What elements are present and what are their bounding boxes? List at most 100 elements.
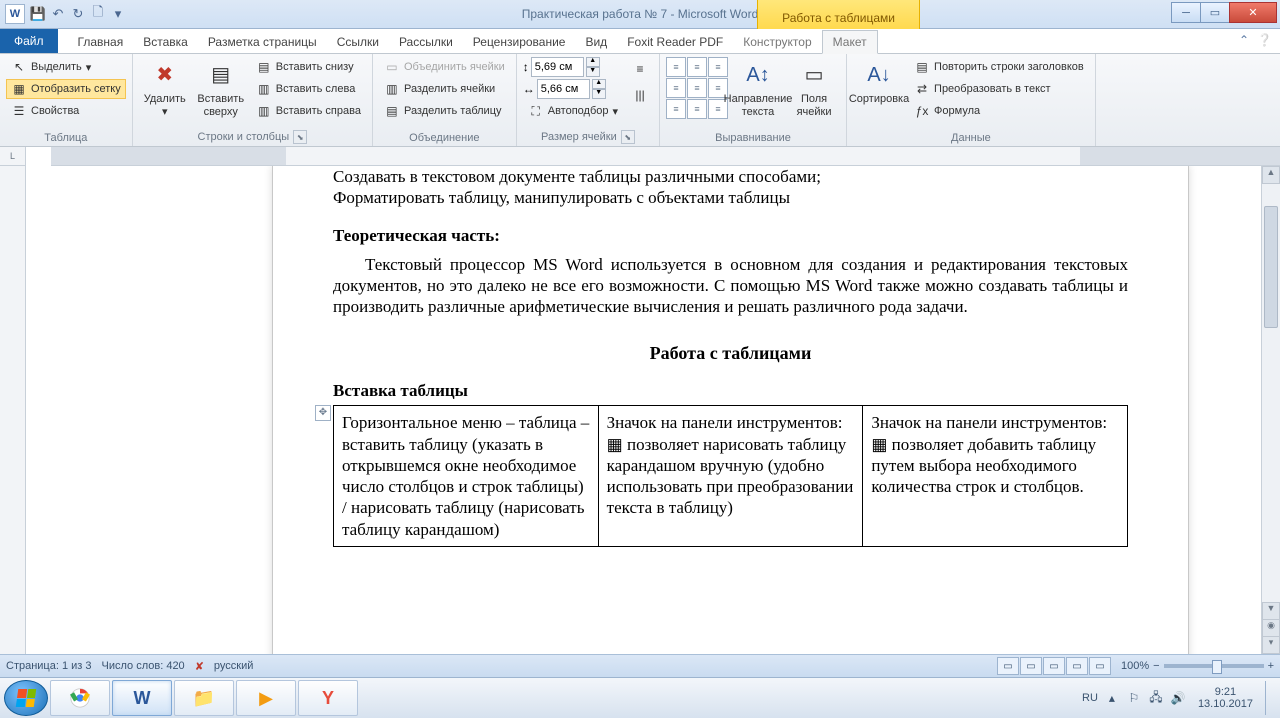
show-grid-button[interactable]: ▦Отобразить сетку [6,79,126,99]
spin-down-icon[interactable]: ▼ [586,67,600,77]
outline-icon[interactable]: ▭ [1066,657,1088,675]
spin-up-icon[interactable]: ▲ [586,57,600,67]
tab-home[interactable]: Главная [68,31,134,53]
reading-icon[interactable]: ▭ [1020,657,1042,675]
row-height-input[interactable]: ↕ ▲▼ [523,57,623,77]
table-cell[interactable]: Значок на панели инструментов: ▦ позволя… [598,406,863,547]
start-button[interactable] [4,680,48,716]
spin-up-icon[interactable]: ▲ [592,79,606,89]
word-count[interactable]: Число слов: 420 [102,660,185,672]
minimize-ribbon-icon[interactable]: ⌃ [1239,33,1249,47]
insert-below-button[interactable]: ▤Вставить снизу [251,57,366,77]
scroll-down-icon[interactable]: ▼ [1262,602,1280,620]
print-layout-icon[interactable]: ▭ [997,657,1019,675]
taskbar-explorer[interactable]: 📁 [174,680,234,716]
sort-button[interactable]: A↓ Сортировка [853,57,905,108]
spin-down-icon[interactable]: ▼ [592,89,606,99]
align-bc-icon[interactable]: ≡ [687,99,707,119]
split-table-button[interactable]: ▤Разделить таблицу [379,101,510,121]
next-page-icon[interactable]: ▾ [1262,636,1280,654]
zoom-control[interactable]: 100% − + [1121,660,1274,672]
align-mc-icon[interactable]: ≡ [687,78,707,98]
col-width-input[interactable]: ↔ ▲▼ [523,79,623,99]
formula-button[interactable]: ƒxФормула [909,101,1089,121]
show-desktop-button[interactable] [1265,681,1276,715]
zoom-slider[interactable] [1164,664,1264,668]
save-icon[interactable]: 💾 [30,6,46,22]
tray-lang[interactable]: RU [1082,692,1098,704]
convert-text-button[interactable]: ⇄Преобразовать в текст [909,79,1089,99]
proofing-icon[interactable]: ✘ [195,660,204,673]
merge-cells-button[interactable]: ▭Объединить ячейки [379,57,510,77]
tab-pagelayout[interactable]: Разметка страницы [198,31,327,53]
horizontal-ruler[interactable] [51,147,1280,166]
height-field[interactable] [531,57,584,77]
insert-left-button[interactable]: ▥Вставить слева [251,79,366,99]
alignment-grid[interactable]: ≡≡≡ ≡≡≡ ≡≡≡ [666,57,728,119]
text-direction-button[interactable]: A↕ Направление текста [732,57,784,120]
repeat-headers-button[interactable]: ▤Повторить строки заголовков [909,57,1089,77]
align-ml-icon[interactable]: ≡ [666,78,686,98]
tray-up-icon[interactable]: ▴ [1104,690,1120,706]
vertical-scrollbar[interactable]: ▲ ▼ ◉ ▾ [1261,166,1280,654]
taskbar-media[interactable]: ▶ [236,680,296,716]
properties-button[interactable]: ☰Свойства [6,101,126,121]
help-icon[interactable]: ❔ [1257,33,1272,47]
undo-icon[interactable]: ↶ [50,6,66,22]
web-layout-icon[interactable]: ▭ [1043,657,1065,675]
minimize-button[interactable]: ─ [1171,2,1201,23]
scroll-up-icon[interactable]: ▲ [1262,166,1280,184]
zoom-level[interactable]: 100% [1121,660,1149,672]
new-icon[interactable]: 🗋 [90,6,106,22]
tab-design[interactable]: Конструктор [733,31,821,53]
scroll-thumb[interactable] [1264,206,1278,328]
tab-foxit[interactable]: Foxit Reader PDF [617,31,733,53]
language-indicator[interactable]: русский [214,660,253,672]
table-cell[interactable]: Значок на панели инструментов: ▦ позволя… [863,406,1128,547]
align-tr-icon[interactable]: ≡ [708,57,728,77]
redo-icon[interactable]: ↻ [70,6,86,22]
vertical-ruler[interactable] [0,166,26,654]
table-cell[interactable]: Горизонтальное меню – таблица – вставить… [334,406,599,547]
split-cells-button[interactable]: ▥Разделить ячейки [379,79,510,99]
tab-references[interactable]: Ссылки [327,31,389,53]
select-button[interactable]: ↖Выделить ▾ [6,57,126,77]
delete-button[interactable]: ✖ Удалить▾ [139,57,191,120]
network-icon[interactable]: 🖧 [1148,690,1164,706]
zoom-out-icon[interactable]: − [1153,660,1159,672]
table-move-handle-icon[interactable]: ✥ [315,405,331,421]
taskbar-chrome[interactable] [50,680,110,716]
dialog-launcher-icon[interactable]: ⬊ [293,130,307,144]
width-field[interactable] [537,79,590,99]
tab-view[interactable]: Вид [575,31,617,53]
align-tl-icon[interactable]: ≡ [666,57,686,77]
page-indicator[interactable]: Страница: 1 из 3 [6,660,92,672]
taskbar-yandex[interactable]: Y [298,680,358,716]
volume-icon[interactable]: 🔊 [1170,690,1186,706]
tab-insert[interactable]: Вставка [133,31,198,53]
document-table[interactable]: Горизонтальное меню – таблица – вставить… [333,405,1128,547]
draft-icon[interactable]: ▭ [1089,657,1111,675]
document-area[interactable]: Создавать в текстовом документе таблицы … [26,166,1261,654]
cell-margins-button[interactable]: ▭ Поля ячейки [788,57,840,120]
tab-review[interactable]: Рецензирование [463,31,576,53]
taskbar-word[interactable]: W [112,680,172,716]
zoom-in-icon[interactable]: + [1268,660,1274,672]
align-bl-icon[interactable]: ≡ [666,99,686,119]
tab-selector[interactable]: L [0,147,26,166]
insert-right-button[interactable]: ▥Вставить справа [251,101,366,121]
close-button[interactable]: ✕ [1229,2,1277,23]
maximize-button[interactable]: ▭ [1200,2,1230,23]
clock[interactable]: 9:2113.10.2017 [1192,686,1259,710]
distribute-rows-button[interactable]: ≡ [627,59,653,79]
tab-layout[interactable]: Макет [822,30,878,54]
file-tab[interactable]: Файл [0,29,58,53]
dialog-launcher-icon[interactable]: ⬊ [621,130,635,144]
tab-mailings[interactable]: Рассылки [389,31,463,53]
align-tc-icon[interactable]: ≡ [687,57,707,77]
distribute-cols-button[interactable]: ||| [627,85,653,105]
autofit-button[interactable]: ⛶Автоподбор ▾ [523,101,623,121]
flag-icon[interactable]: ⚐ [1126,690,1142,706]
qat-more-icon[interactable]: ▾ [110,6,126,22]
insert-above-button[interactable]: ▤ Вставить сверху [195,57,247,120]
